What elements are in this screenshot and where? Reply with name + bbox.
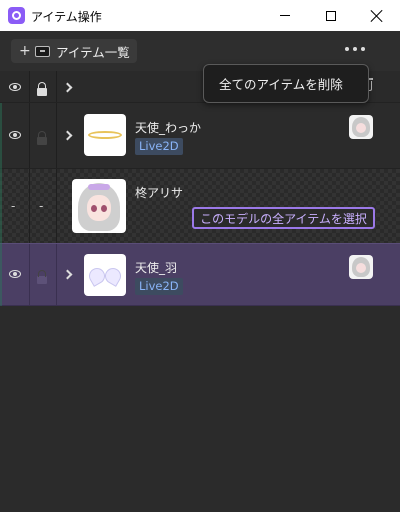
lock-placeholder: -: [39, 199, 44, 213]
close-icon: [371, 10, 383, 22]
unlock-icon[interactable]: [37, 82, 47, 96]
live2d-badge: Live2D: [135, 278, 183, 295]
maximize-icon: [326, 10, 336, 21]
item-list-tab-label: アイテム一覧: [56, 44, 130, 60]
minimize-button[interactable]: [262, 0, 308, 31]
maximize-button[interactable]: [308, 0, 354, 31]
column-divider: [29, 103, 30, 168]
column-divider: [29, 169, 30, 243]
wings-thumbnail: [84, 254, 126, 296]
live2d-badge: Live2D: [135, 138, 183, 155]
halo-thumbnail: [84, 114, 126, 156]
title-bar: アイテム操作: [0, 0, 400, 31]
column-divider: [29, 71, 30, 102]
column-divider: [56, 71, 57, 102]
item-name: 天使_わっか: [135, 121, 202, 135]
column-divider: [56, 103, 57, 168]
item-row-selected[interactable]: [0, 243, 400, 306]
item-box-icon: [35, 45, 50, 57]
visibility-placeholder: -: [11, 199, 16, 213]
more-horizontal-icon[interactable]: [345, 47, 365, 53]
model-name: 柊アリサ: [135, 186, 184, 200]
model-avatar: [72, 179, 126, 233]
avatar-icon: [349, 115, 373, 139]
delete-all-items-menu-item[interactable]: 全てのアイテムを削除: [203, 64, 369, 103]
item-list-tab[interactable]: + アイテム一覧: [11, 39, 137, 63]
item-name: 天使_羽: [135, 261, 178, 275]
select-all-items-button[interactable]: このモデルの全アイテムを選択: [192, 207, 375, 229]
window-title: アイテム操作: [31, 10, 102, 24]
column-divider: [56, 244, 57, 305]
eye-icon[interactable]: [9, 83, 21, 91]
app-logo-icon: [8, 7, 25, 24]
item-list-empty-area: [0, 306, 400, 512]
column-divider: [56, 169, 57, 243]
column-divider: [29, 244, 30, 305]
close-button[interactable]: [354, 0, 400, 31]
minimize-icon: [280, 15, 290, 16]
lock-icon[interactable]: [37, 270, 47, 284]
eye-icon[interactable]: [9, 270, 21, 278]
eye-icon[interactable]: [9, 131, 21, 139]
panel-edge: [0, 103, 2, 306]
lock-icon[interactable]: [37, 131, 47, 145]
model-row: [0, 169, 400, 243]
add-icon[interactable]: +: [19, 43, 31, 59]
avatar-icon: [349, 255, 373, 279]
halo-icon: [88, 131, 122, 139]
item-row[interactable]: [0, 103, 400, 169]
